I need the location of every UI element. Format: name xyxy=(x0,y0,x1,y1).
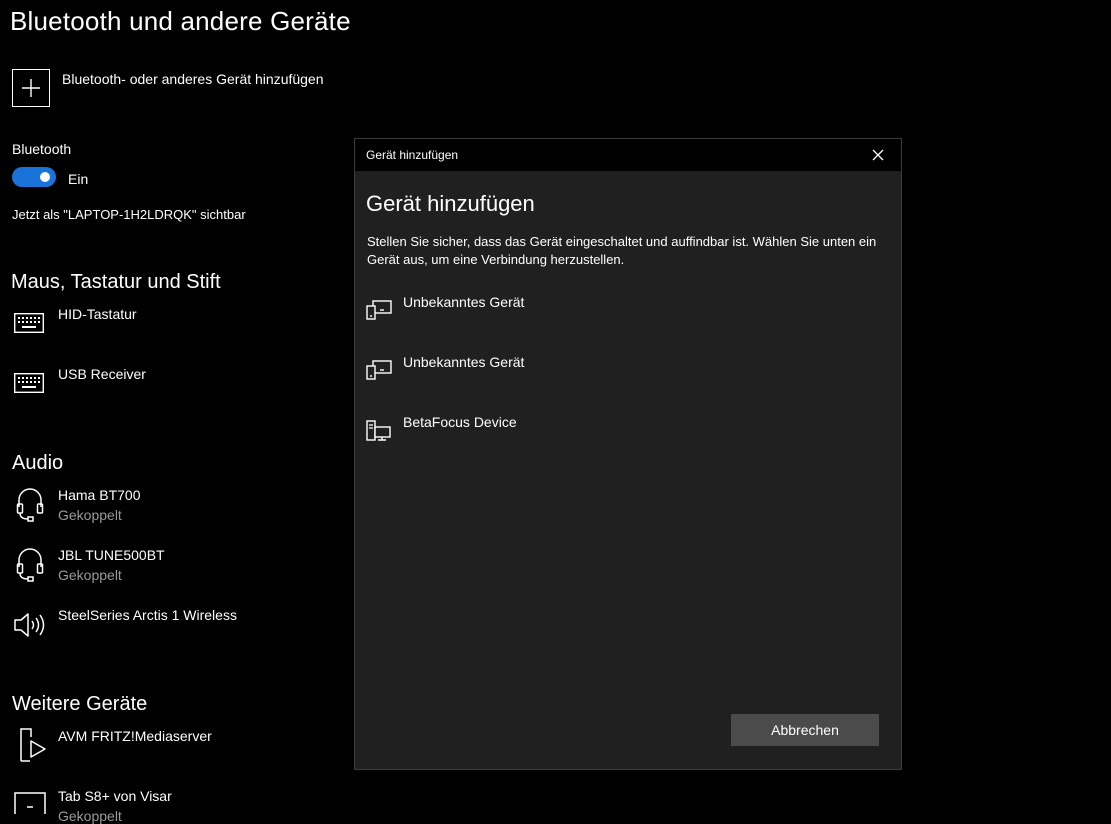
plus-icon xyxy=(22,79,40,97)
toggle-knob xyxy=(40,172,50,182)
devices-icon xyxy=(366,300,392,320)
dialog-heading: Gerät hinzufügen xyxy=(366,191,535,216)
keyboard-icon xyxy=(14,313,44,333)
device-status: Gekoppelt xyxy=(58,507,122,523)
dialog-device-name: Unbekanntes Gerät xyxy=(403,354,525,370)
dialog-window-title: Gerät hinzufügen xyxy=(366,148,459,162)
bluetooth-toggle[interactable] xyxy=(12,167,56,187)
headset-icon xyxy=(16,548,44,582)
device-name: SteelSeries Arctis 1 Wireless xyxy=(58,607,237,623)
keyboard-icon xyxy=(14,373,44,393)
dialog-device-name: BetaFocus Device xyxy=(403,414,517,430)
headset-icon xyxy=(16,488,44,522)
section-title-other: Weitere Geräte xyxy=(12,693,148,715)
cancel-button[interactable]: Abbrechen xyxy=(731,714,879,746)
device-status: Gekoppelt xyxy=(58,567,122,583)
tablet-icon xyxy=(14,792,46,814)
media-device-icon xyxy=(20,728,46,762)
dialog-close-button[interactable] xyxy=(863,143,893,167)
device-name: USB Receiver xyxy=(58,366,146,382)
section-title-audio: Audio xyxy=(12,452,64,474)
section-title-input: Maus, Tastatur und Stift xyxy=(11,271,221,293)
devices-icon xyxy=(366,360,392,380)
dialog-device-item[interactable]: Unbekanntes Gerät xyxy=(355,294,901,344)
bluetooth-label: Bluetooth xyxy=(12,141,72,157)
bluetooth-toggle-state: Ein xyxy=(68,171,89,187)
add-device-dialog: Gerät hinzufügen Gerät hinzufügen Stelle… xyxy=(354,138,902,770)
speaker-icon xyxy=(14,613,45,637)
device-name: HID-Tastatur xyxy=(58,306,137,322)
dialog-description: Stellen Sie sicher, dass das Gerät einge… xyxy=(367,234,877,267)
visibility-text: Jetzt als "LAPTOP-1H2LDRQK" sichtbar xyxy=(12,207,246,222)
dialog-titlebar[interactable]: Gerät hinzufügen xyxy=(355,139,901,171)
close-icon xyxy=(872,149,884,161)
add-device-button[interactable] xyxy=(12,69,50,107)
dialog-device-item[interactable]: BetaFocus Device xyxy=(355,414,901,464)
device-name: JBL TUNE500BT xyxy=(58,547,165,563)
device-status: Gekoppelt xyxy=(58,808,122,824)
device-name: AVM FRITZ!Mediaserver xyxy=(58,728,212,744)
dialog-device-item[interactable]: Unbekanntes Gerät xyxy=(355,354,901,404)
dialog-device-name: Unbekanntes Gerät xyxy=(403,294,525,310)
page-title: Bluetooth und andere Geräte xyxy=(10,6,351,36)
add-device-label[interactable]: Bluetooth- oder anderes Gerät hinzufügen xyxy=(62,71,324,87)
device-name: Tab S8+ von Visar xyxy=(58,788,172,804)
computer-devices-icon xyxy=(366,420,391,441)
device-name: Hama BT700 xyxy=(58,487,141,503)
